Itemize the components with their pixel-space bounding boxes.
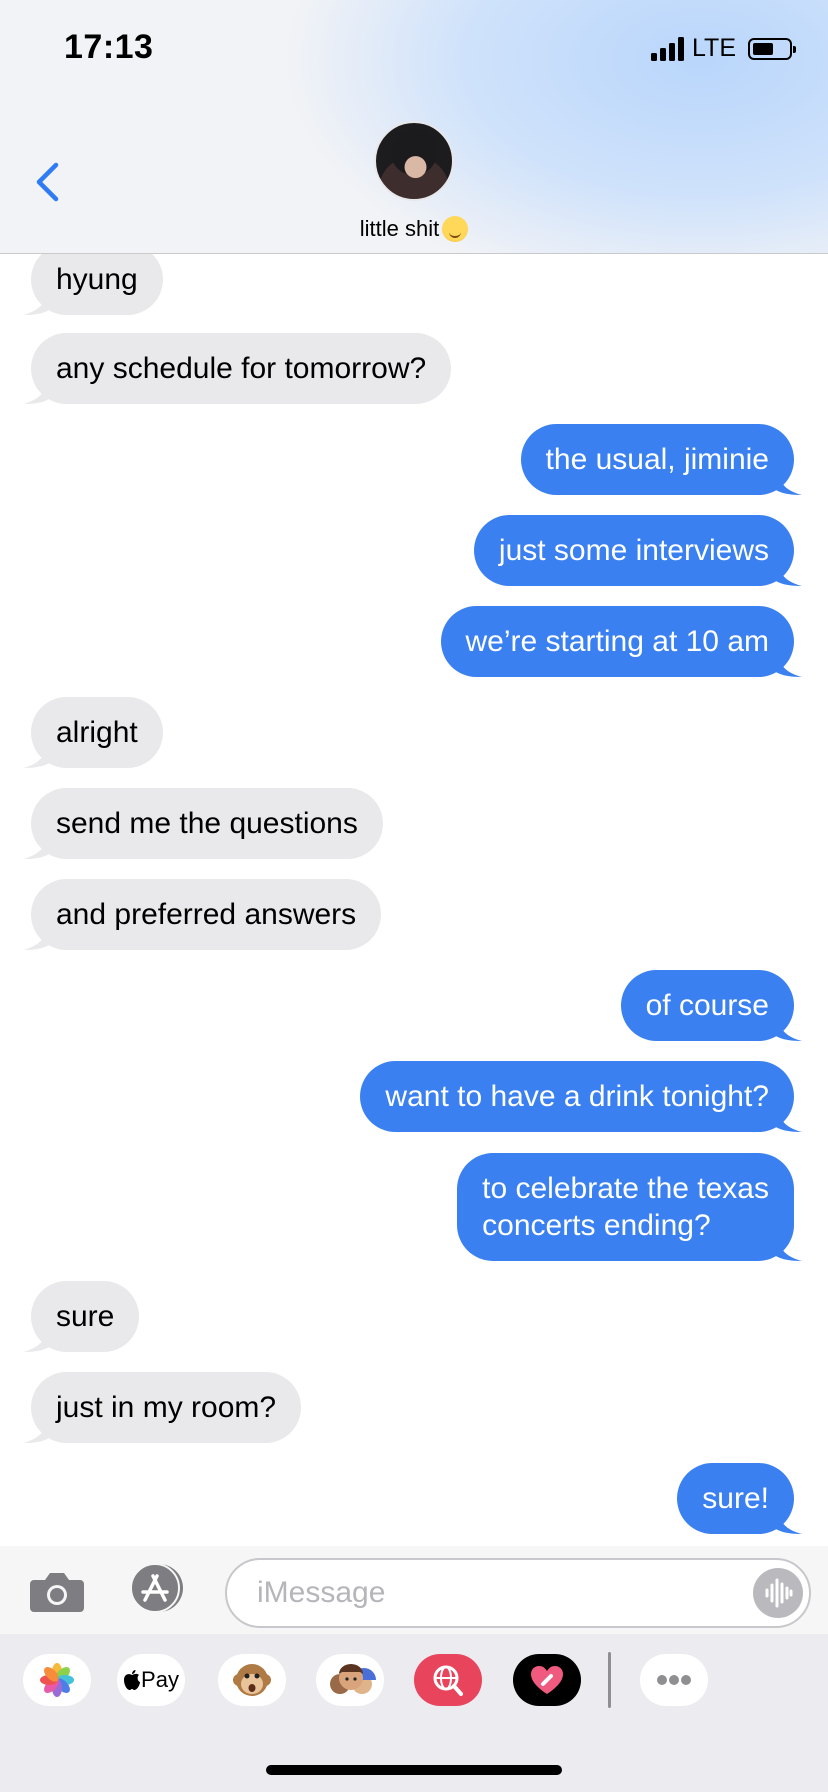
bubble-tail — [23, 1322, 53, 1352]
camera-button[interactable] — [28, 1566, 86, 1616]
bubble-tail — [23, 285, 53, 315]
app-store-button[interactable] — [126, 1562, 192, 1614]
message-input[interactable]: iMessage — [225, 1558, 811, 1628]
status-indicators: LTE — [651, 34, 796, 63]
camera-icon — [30, 1573, 84, 1612]
message-line: to celebrate the texas — [482, 1172, 769, 1205]
photos-icon — [40, 1663, 74, 1697]
bubble-tail — [772, 465, 802, 495]
bubble-tail — [772, 556, 802, 586]
app-store-icon — [130, 1563, 183, 1613]
contact-name-row[interactable]: little shit — [0, 216, 828, 242]
apple-logo-icon — [124, 1670, 141, 1690]
apple-pay-label: Pay — [141, 1667, 179, 1692]
bubble-tail — [23, 1413, 53, 1443]
globe-search-icon — [433, 1665, 463, 1696]
bubble-tail — [772, 1011, 802, 1041]
incoming-message[interactable]: any schedule for tomorrow? — [23, 333, 452, 404]
incoming-message[interactable]: sure — [23, 1281, 140, 1352]
outgoing-message[interactable]: to celebrate the texas concerts ending? — [457, 1153, 802, 1261]
message-input-placeholder: iMessage — [257, 1576, 386, 1609]
cellular-signal-icon — [651, 36, 684, 61]
bubble-tail — [772, 1504, 802, 1534]
smiling-face-emoji-icon — [442, 216, 469, 242]
incoming-message[interactable]: send me the questions — [23, 788, 383, 859]
more-apps-button[interactable] — [640, 1654, 708, 1706]
contact-name: little shit — [359, 216, 440, 241]
digital-touch-app-button[interactable] — [513, 1654, 581, 1706]
ellipsis-icon — [657, 1675, 691, 1685]
bubble-tail — [23, 738, 53, 768]
outgoing-message[interactable]: want to have a drink tonight? — [360, 1061, 802, 1132]
incoming-message[interactable]: just in my room? — [23, 1372, 302, 1443]
incoming-message[interactable]: and preferred answers — [23, 879, 382, 950]
image-search-app-button[interactable] — [414, 1654, 482, 1706]
bubble-tail — [772, 647, 802, 677]
contact-avatar[interactable] — [374, 121, 454, 201]
heart-touch-icon — [531, 1666, 563, 1694]
outgoing-message[interactable]: sure! — [677, 1463, 802, 1534]
incoming-message[interactable]: hyung — [23, 254, 163, 315]
battery-icon — [748, 37, 796, 60]
outgoing-message[interactable]: just some interviews — [473, 515, 802, 586]
animoji-app-button[interactable] — [218, 1654, 286, 1706]
memoji-icon — [330, 1664, 376, 1694]
drawer-divider — [608, 1652, 611, 1708]
incoming-message[interactable]: alright — [23, 697, 163, 768]
conversation-header: 17:13 LTE little shit — [0, 0, 828, 254]
monkey-face-icon — [233, 1664, 271, 1696]
bubble-tail — [23, 920, 53, 950]
outgoing-message[interactable]: of course — [620, 970, 802, 1041]
outgoing-message[interactable]: the usual, jiminie — [520, 424, 802, 495]
bubble-tail — [772, 1102, 802, 1132]
message-line: concerts ending? — [482, 1209, 711, 1242]
waveform-icon — [765, 1578, 793, 1608]
bubble-tail — [772, 1231, 802, 1261]
apple-pay-app-button[interactable]: Pay — [117, 1654, 185, 1706]
back-button[interactable] — [30, 160, 70, 204]
status-time: 17:13 — [64, 28, 154, 66]
compose-bar: iMessage — [0, 1546, 828, 1634]
bubble-tail — [23, 829, 53, 859]
voice-message-button[interactable] — [753, 1568, 803, 1618]
bubble-tail — [23, 374, 53, 404]
memoji-stickers-app-button[interactable] — [316, 1654, 384, 1706]
message-list[interactable]: hyung any schedule for tomorrow? the usu… — [0, 254, 828, 1546]
photos-app-button[interactable] — [23, 1654, 91, 1706]
outgoing-message[interactable]: we’re starting at 10 am — [440, 606, 802, 677]
chevron-left-icon — [36, 162, 59, 202]
home-indicator[interactable] — [266, 1765, 562, 1775]
network-type: LTE — [692, 34, 736, 62]
apple-pay-label-row: Pay — [117, 1654, 185, 1706]
